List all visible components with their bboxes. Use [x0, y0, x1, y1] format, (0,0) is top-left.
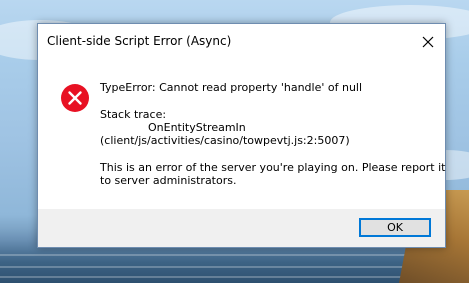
- wave: [0, 276, 469, 278]
- server-notice-line1: This is an error of the server you're pl…: [100, 161, 446, 174]
- ok-button[interactable]: OK: [359, 218, 431, 237]
- dialog-footer: OK: [38, 209, 445, 247]
- wave: [0, 266, 469, 268]
- dialog-title: Client-side Script Error (Async): [47, 34, 232, 48]
- error-icon: [61, 84, 89, 112]
- server-notice-line2: to server administrators.: [100, 174, 237, 187]
- close-button[interactable]: [411, 24, 445, 60]
- dialog-titlebar[interactable]: Client-side Script Error (Async): [38, 24, 445, 60]
- stack-trace-label: Stack trace:: [100, 108, 167, 121]
- stack-trace-function: OnEntityStreamIn: [148, 121, 246, 134]
- wave: [0, 254, 469, 256]
- error-dialog: Client-side Script Error (Async) TypeErr…: [37, 23, 446, 248]
- dialog-message: TypeError: Cannot read property 'handle'…: [100, 81, 446, 187]
- close-icon: [422, 36, 434, 48]
- error-message: TypeError: Cannot read property 'handle'…: [100, 81, 363, 94]
- stack-trace-location: (client/js/activities/casino/towpevtj.js…: [100, 134, 350, 147]
